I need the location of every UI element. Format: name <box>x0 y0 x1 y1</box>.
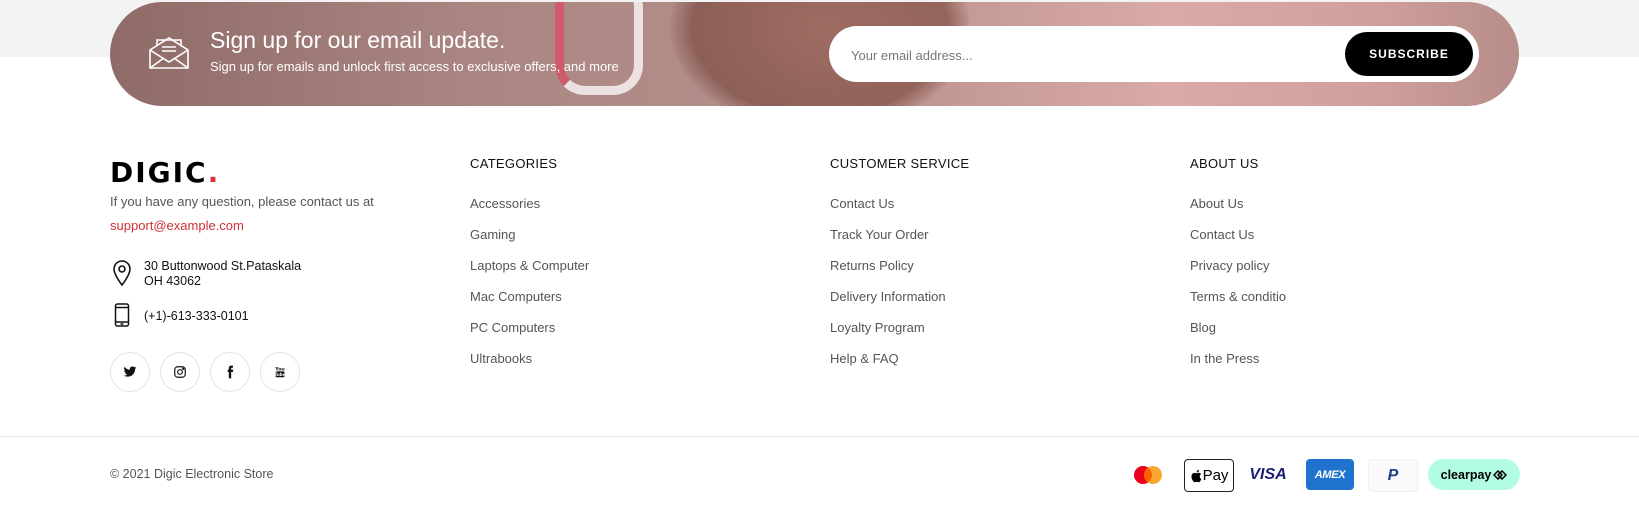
about-us-link[interactable]: Privacy policy <box>1190 258 1286 289</box>
apple-icon <box>1191 469 1201 482</box>
customer-service-list: Contact Us Track Your Order Returns Poli… <box>830 196 946 382</box>
logo-text: DIGIC <box>110 156 208 189</box>
about-us-link[interactable]: Blog <box>1190 320 1286 351</box>
contact-email-link[interactable]: support@example.com <box>110 218 244 233</box>
clearpay-arrows-icon <box>1493 469 1508 480</box>
amex-label: AMEX <box>1314 468 1346 481</box>
headphone-graphic <box>555 2 643 95</box>
about-us-link[interactable]: In the Press <box>1190 351 1286 382</box>
categories-link[interactable]: Gaming <box>470 227 589 258</box>
address-line-2: OH 43062 <box>144 274 201 288</box>
svg-text:You: You <box>274 366 284 372</box>
contact-text: If you have any question, please contact… <box>110 194 374 209</box>
newsletter-title: Sign up for our email update. <box>210 27 506 53</box>
about-us-link[interactable]: About Us <box>1190 196 1286 227</box>
address-line-1: 30 Buttonwood St.Pataskala <box>144 259 302 273</box>
amex-badge: AMEX <box>1306 459 1354 490</box>
mastercard-badge <box>1128 459 1168 490</box>
categories-link[interactable]: Ultrabooks <box>470 351 589 382</box>
facebook-button[interactable] <box>210 352 250 392</box>
youtube-icon: YouTube <box>274 366 286 378</box>
instagram-button[interactable] <box>160 352 200 392</box>
mail-icon <box>149 37 189 69</box>
categories-link[interactable]: Accessories <box>470 196 589 227</box>
address: 30 Buttonwood St.Pataskala OH 43062 <box>144 259 301 289</box>
clearpay-label: clearpay <box>1440 467 1492 482</box>
customer-service-link[interactable]: Loyalty Program <box>830 320 946 351</box>
newsletter-subtitle: Sign up for emails and unlock first acce… <box>210 59 619 74</box>
youtube-button[interactable]: You Tube <box>260 352 300 392</box>
about-us-link[interactable]: Contact Us <box>1190 227 1286 258</box>
customer-service-link[interactable]: Contact Us <box>830 196 946 227</box>
about-us-link[interactable]: Terms & conditio <box>1190 289 1286 320</box>
email-input[interactable] <box>849 36 1333 74</box>
phone-icon <box>114 303 130 327</box>
about-us-list: About Us Contact Us Privacy policy Terms… <box>1190 196 1286 382</box>
map-pin-icon <box>113 260 131 286</box>
paypal-badge: P <box>1368 459 1418 492</box>
categories-link[interactable]: Laptops & Computer <box>470 258 589 289</box>
customer-service-link[interactable]: Track Your Order <box>830 227 946 258</box>
visa-label: VISA <box>1249 465 1287 483</box>
mastercard-icon <box>1134 465 1162 484</box>
categories-link[interactable]: PC Computers <box>470 320 589 351</box>
customer-service-link[interactable]: Delivery Information <box>830 289 946 320</box>
about-us-heading: ABOUT US <box>1190 156 1259 171</box>
applepay-badge: Pay <box>1184 459 1234 492</box>
logo-dot: . <box>207 156 221 189</box>
copyright: © 2021 Digic Electronic Store <box>110 467 274 481</box>
categories-list: Accessories Gaming Laptops & Computer Ma… <box>470 196 589 382</box>
clearpay-badge: clearpay <box>1428 459 1520 490</box>
twitter-button[interactable] <box>110 352 150 392</box>
svg-text:Tube: Tube <box>275 372 286 377</box>
applepay-label: Pay <box>1202 467 1229 484</box>
logo[interactable]: DIGIC. <box>110 156 220 189</box>
facebook-icon <box>227 365 234 379</box>
categories-link[interactable]: Mac Computers <box>470 289 589 320</box>
twitter-icon <box>123 366 137 377</box>
paypal-label: P <box>1387 466 1399 484</box>
customer-service-link[interactable]: Help & FAQ <box>830 351 946 382</box>
customer-service-heading: CUSTOMER SERVICE <box>830 156 970 171</box>
subscribe-button[interactable]: SUBSCRIBE <box>1345 32 1473 76</box>
footer-divider <box>0 436 1639 437</box>
customer-service-link[interactable]: Returns Policy <box>830 258 946 289</box>
categories-heading: CATEGORIES <box>470 156 558 171</box>
phone-number: (+1)-613-333-0101 <box>144 309 249 323</box>
instagram-icon <box>174 366 186 378</box>
visa-badge: VISA <box>1244 459 1292 490</box>
newsletter-form: SUBSCRIBE <box>829 26 1479 82</box>
